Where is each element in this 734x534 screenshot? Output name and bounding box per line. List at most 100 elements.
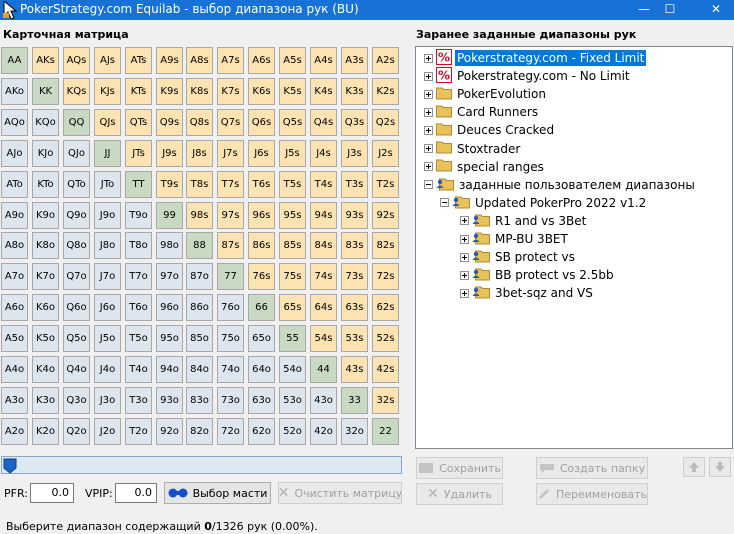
hand-cell[interactable]: 62o	[248, 418, 275, 445]
hand-cell[interactable]: 92o	[156, 418, 183, 445]
hand-cell[interactable]: T9o	[125, 202, 152, 229]
hand-cell[interactable]: 97s	[217, 202, 244, 229]
hand-cell[interactable]: K8o	[32, 232, 59, 259]
hand-cell[interactable]: K2s	[372, 78, 399, 105]
hand-cell[interactable]: AKs	[32, 47, 59, 74]
hand-cell[interactable]: 43o	[310, 387, 337, 414]
hand-cell[interactable]: J3o	[94, 387, 121, 414]
hand-cell[interactable]: T4o	[125, 356, 152, 383]
hand-cell[interactable]: A4s	[310, 47, 337, 74]
hand-cell[interactable]: T3s	[341, 171, 368, 198]
hand-cell[interactable]: Q6s	[248, 109, 275, 136]
hand-cell[interactable]: 73s	[341, 263, 368, 290]
hand-cell[interactable]: 72s	[372, 263, 399, 290]
tree-node[interactable]: % Pokerstrategy.com - No Limit	[424, 66, 632, 85]
suit-select-button[interactable]: Выбор масти	[164, 482, 271, 504]
hand-cell[interactable]: KTs	[125, 78, 152, 105]
hand-cell[interactable]: 88	[186, 232, 213, 259]
hand-cell[interactable]: T2o	[125, 418, 152, 445]
hand-cell[interactable]: A5s	[279, 47, 306, 74]
hand-cell[interactable]: 93o	[156, 387, 183, 414]
hand-cell[interactable]: K6s	[248, 78, 275, 105]
hand-cell[interactable]: J8o	[94, 232, 121, 259]
tree-node[interactable]: Deuces Cracked	[424, 121, 556, 139]
tree-node[interactable]: BB protect vs 2.5bb	[460, 266, 616, 284]
hand-cell[interactable]: K9o	[32, 202, 59, 229]
hand-cell[interactable]: 82o	[186, 418, 213, 445]
hand-cell[interactable]: 65s	[279, 294, 306, 321]
expand-toggle[interactable]	[424, 144, 433, 153]
hand-cell[interactable]: AA	[1, 47, 28, 74]
hand-cell[interactable]: K9s	[156, 78, 183, 105]
create-folder-button[interactable]: Создать папку	[536, 457, 648, 479]
hand-cell[interactable]: 76s	[248, 263, 275, 290]
hand-cell[interactable]: J4s	[310, 140, 337, 167]
hand-cell[interactable]: 63s	[341, 294, 368, 321]
hand-cell[interactable]: 65o	[248, 325, 275, 352]
hand-cell[interactable]: T3o	[125, 387, 152, 414]
close-button[interactable]: ✕	[698, 0, 734, 20]
hand-cell[interactable]: 98o	[156, 232, 183, 259]
expand-toggle[interactable]	[424, 107, 433, 117]
hand-cell[interactable]: Q6o	[63, 294, 90, 321]
hand-cell[interactable]: 32o	[341, 418, 368, 445]
hand-cell[interactable]: JTs	[125, 140, 152, 167]
tree-node-label[interactable]: 3bet-sqz and VS	[493, 285, 595, 301]
tree-node[interactable]: % Pokerstrategy.com - Fixed Limit	[424, 48, 647, 67]
hand-cell[interactable]: 96s	[248, 202, 275, 229]
hand-cell[interactable]: T8o	[125, 232, 152, 259]
hand-cell[interactable]: 22	[372, 418, 399, 445]
hand-cell[interactable]: 53o	[279, 387, 306, 414]
hand-cell[interactable]: 55	[279, 325, 306, 352]
hand-cell[interactable]: 94o	[156, 356, 183, 383]
hand-cell[interactable]: 43s	[341, 356, 368, 383]
hand-cell[interactable]: K5s	[279, 78, 306, 105]
hand-cell[interactable]: Q9o	[63, 202, 90, 229]
hand-cell[interactable]: 76o	[217, 294, 244, 321]
hand-cell[interactable]: A3s	[341, 47, 368, 74]
hand-cell[interactable]: 64o	[248, 356, 275, 383]
hand-cell[interactable]: J9o	[94, 202, 121, 229]
hand-cell[interactable]: 95s	[279, 202, 306, 229]
hand-cell[interactable]: J9s	[156, 140, 183, 167]
hand-cell[interactable]: T9s	[156, 171, 183, 198]
hand-cell[interactable]: 42s	[372, 356, 399, 383]
hand-cell[interactable]: 73o	[217, 387, 244, 414]
hand-cell[interactable]: K3s	[341, 78, 368, 105]
delete-button[interactable]: ✕ Удалить	[416, 483, 503, 505]
hand-cell[interactable]: JTo	[94, 171, 121, 198]
tree-node-label[interactable]: BB protect vs 2.5bb	[493, 267, 616, 283]
hand-cell[interactable]: K7s	[217, 78, 244, 105]
hand-cell[interactable]: A4o	[1, 356, 28, 383]
tree-node[interactable]: MP-BU 3BET	[460, 230, 570, 248]
expand-toggle[interactable]	[424, 89, 433, 99]
tree-node[interactable]: 3bet-sqz and VS	[460, 284, 595, 302]
hand-cell[interactable]: Q8o	[63, 232, 90, 259]
tree-node-label[interactable]: Pokerstrategy.com - Fixed Limit	[455, 50, 647, 66]
hand-cell[interactable]: 96o	[156, 294, 183, 321]
hand-cell[interactable]: QQ	[63, 109, 90, 136]
hand-cell[interactable]: A5o	[1, 325, 28, 352]
hand-cell[interactable]: 93s	[341, 202, 368, 229]
hand-cell[interactable]: Q7o	[63, 263, 90, 290]
hand-cell[interactable]: JJ	[94, 140, 121, 167]
hand-cell[interactable]: 52s	[372, 325, 399, 352]
hand-cell[interactable]: 83s	[341, 232, 368, 259]
hand-cell[interactable]: J8s	[186, 140, 213, 167]
expand-toggle[interactable]	[424, 162, 433, 172]
hand-cell[interactable]: AQs	[63, 47, 90, 74]
maximize-button[interactable]: ☐	[652, 0, 688, 20]
pfr-input[interactable]: 0.0	[30, 483, 74, 503]
rename-button[interactable]: Переименовать	[536, 483, 648, 505]
hand-cell[interactable]: KTo	[32, 171, 59, 198]
hand-cell[interactable]: 33	[341, 387, 368, 414]
tree-node[interactable]: R1 and vs 3Bet	[460, 212, 588, 230]
hand-cell[interactable]: 95o	[156, 325, 183, 352]
hand-cell[interactable]: A3o	[1, 387, 28, 414]
hand-cell[interactable]: QTs	[125, 109, 152, 136]
hand-cell[interactable]: A2s	[372, 47, 399, 74]
hand-cell[interactable]: K4s	[310, 78, 337, 105]
hand-cell[interactable]: K7o	[32, 263, 59, 290]
tree-node[interactable]: заданные пользователем диапазоны	[424, 176, 697, 194]
hand-cell[interactable]: Q7s	[217, 109, 244, 136]
